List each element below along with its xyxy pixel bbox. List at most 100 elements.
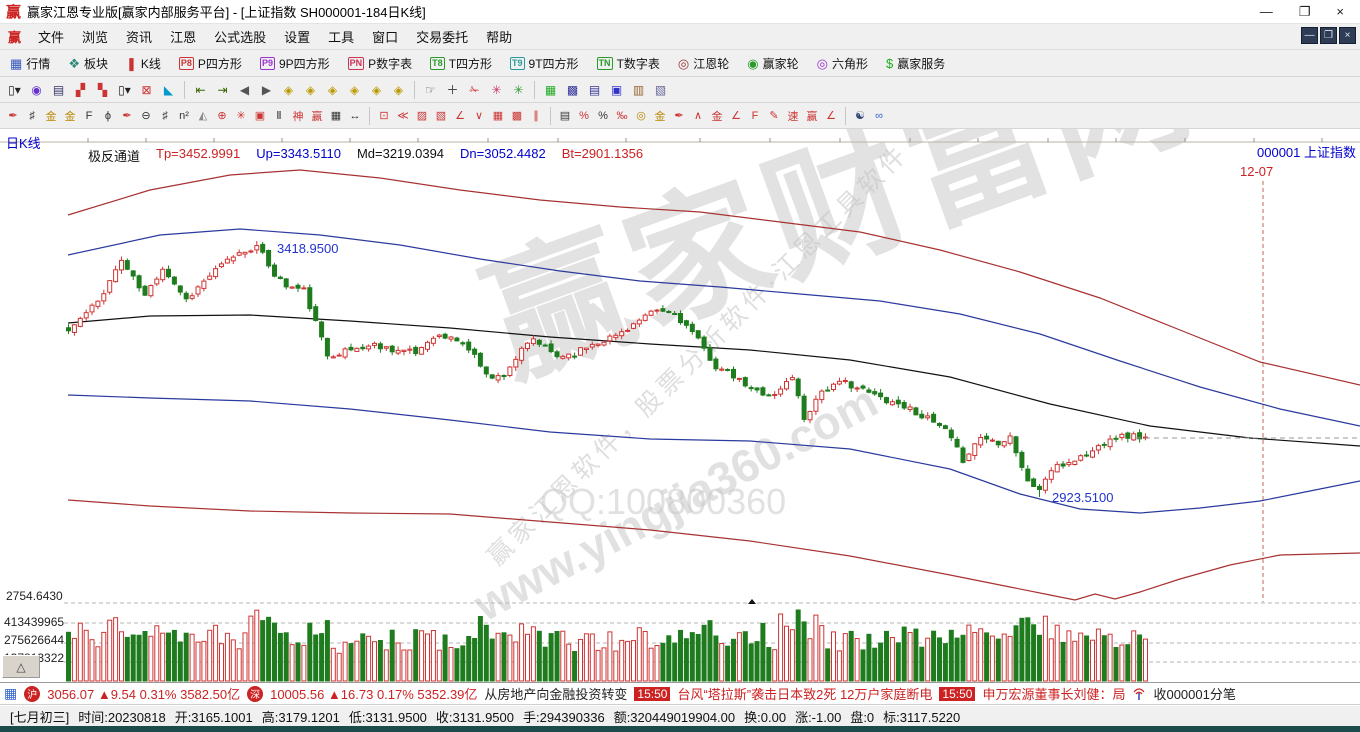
mdi-minimize-button[interactable]: —	[1301, 27, 1318, 44]
mind-tool-green[interactable]: ✳	[508, 80, 529, 100]
next-button[interactable]: ▶	[256, 80, 277, 100]
box-tool[interactable]: ⊡	[375, 106, 393, 126]
shen-tool[interactable]: 神	[289, 106, 307, 126]
j-angle-tool[interactable]: ∠	[727, 106, 745, 126]
calculator-button[interactable]: ▩	[562, 80, 583, 100]
f-angle-tool[interactable]: F	[746, 106, 764, 126]
grid-tool[interactable]: ♯	[23, 106, 41, 126]
menu-item-settings[interactable]: 设置	[275, 24, 319, 49]
hand-tool[interactable]: ☞	[420, 80, 441, 100]
notes-button[interactable]: ▤	[584, 80, 605, 100]
grid-box-tool[interactable]: ▦	[489, 106, 507, 126]
kline-chart-area[interactable]: 赢家财富网 赢家江恩软件，股票分析软件·江恩工具软件 www.yingjia36…	[0, 129, 1360, 683]
percent2-tool[interactable]: %	[594, 106, 612, 126]
mind-tool-red[interactable]: ✳	[486, 80, 507, 100]
pattern-tool[interactable]: ◉	[26, 80, 47, 100]
measure-tool[interactable]: ↔	[346, 106, 364, 126]
square-number-tool[interactable]: n²	[175, 106, 193, 126]
square-grid-tool[interactable]: ▣	[251, 106, 269, 126]
fibonacci-tool[interactable]: F	[80, 106, 98, 126]
permille-tool[interactable]: ‰	[613, 106, 631, 126]
menu-item-browse[interactable]: 浏览	[73, 24, 117, 49]
winner-service-button[interactable]: $ 赢家服务	[880, 52, 951, 75]
draw-pen-tool[interactable]: ✒	[4, 106, 22, 126]
ink-tool[interactable]: ✒	[670, 106, 688, 126]
p-square-button[interactable]: P8 P四方形	[173, 52, 248, 75]
printer-button[interactable]: ▥	[628, 80, 649, 100]
news-item[interactable]: 台风“塔拉斯”袭击日本致2死 12万户家庭断电	[677, 684, 932, 703]
parallel-lines-tool[interactable]: ∥	[527, 106, 545, 126]
gold-ratio-tool[interactable]: 金	[42, 106, 60, 126]
close-button[interactable]: ×	[1336, 4, 1344, 20]
w-angle-tool[interactable]: ∠	[822, 106, 840, 126]
gann-arrow-all[interactable]: ◈	[388, 80, 409, 100]
gann-arrow-right[interactable]: ◈	[300, 80, 321, 100]
pattern-x-tool[interactable]: ⊠	[136, 80, 157, 100]
gann-arrow-h[interactable]: ◈	[322, 80, 343, 100]
gold-section-tool[interactable]: 金	[61, 106, 79, 126]
menu-item-file[interactable]: 文件	[29, 24, 73, 49]
pencil-angle-tool[interactable]: ✎	[765, 106, 783, 126]
prism-tool[interactable]: ◭	[194, 106, 212, 126]
mark-pen-tool[interactable]: ✒	[118, 106, 136, 126]
news-item[interactable]: 申万宏源董事长刘健：局	[982, 684, 1125, 703]
kline-canvas[interactable]	[0, 129, 1360, 683]
prev-button[interactable]: ◀	[234, 80, 255, 100]
spiral-tool[interactable]: ϕ	[99, 106, 117, 126]
diagonal-box-tool[interactable]: ▧	[432, 106, 450, 126]
cut-tool[interactable]: ✁	[464, 80, 485, 100]
gann-wheel-button[interactable]: ◎ 江恩轮	[672, 52, 735, 75]
win-tool[interactable]: 赢	[308, 106, 326, 126]
gann-arrow-x[interactable]: ◈	[344, 80, 365, 100]
check-line-tool[interactable]: ∨	[470, 106, 488, 126]
menu-item-tools[interactable]: 工具	[319, 24, 363, 49]
p-number-table-button[interactable]: PN P数字表	[342, 52, 419, 75]
trend-chart-tool[interactable]: ◣	[158, 80, 179, 100]
dense-grid-tool[interactable]: ▩	[508, 106, 526, 126]
apex-tool[interactable]: ∧	[689, 106, 707, 126]
parallel-tool[interactable]: Ⅱ	[270, 106, 288, 126]
lattice-tool[interactable]: ♯	[156, 106, 174, 126]
quotes-button[interactable]: ▦ 行情	[4, 52, 56, 75]
menu-item-help[interactable]: 帮助	[477, 24, 521, 49]
export-button[interactable]: ▧	[650, 80, 671, 100]
9t-square-button[interactable]: T9 9T四方形	[504, 52, 585, 75]
sectors-button[interactable]: ❖ 板块	[62, 52, 114, 75]
speed-line-tool[interactable]: 速	[784, 106, 802, 126]
gann-arrow-v[interactable]: ◈	[366, 80, 387, 100]
fan-lines-tool[interactable]: ≪	[394, 106, 412, 126]
calendar-button[interactable]: ▦	[540, 80, 561, 100]
t-square-button[interactable]: T8 T四方形	[424, 52, 498, 75]
winner-wheel-button[interactable]: ◉ 赢家轮	[741, 52, 804, 75]
kline-button[interactable]: ❚ K线	[120, 52, 167, 75]
maximize-button[interactable]: ❐	[1299, 4, 1311, 20]
menu-item-formula-stock-pick[interactable]: 公式选股	[205, 24, 275, 49]
circle-line-tool[interactable]: ⊖	[137, 106, 155, 126]
menu-item-gann[interactable]: 江恩	[161, 24, 205, 49]
minimize-button[interactable]: —	[1260, 4, 1273, 20]
news-item[interactable]: 从房地产向金融投资转变	[484, 684, 627, 703]
mdi-close-button[interactable]: ×	[1339, 27, 1356, 44]
bars-9-tool[interactable]: ▚	[92, 80, 113, 100]
win-box-tool[interactable]: 赢	[803, 106, 821, 126]
quote-grid-icon[interactable]: ▦	[4, 685, 17, 702]
first-page-button[interactable]: ⇤	[190, 80, 211, 100]
save-button[interactable]: ▣	[606, 80, 627, 100]
taiji-tool[interactable]: ☯	[851, 106, 869, 126]
ruler-grid-tool[interactable]: ▦	[327, 106, 345, 126]
menu-item-trade-order[interactable]: 交易委托	[407, 24, 477, 49]
infinity-tool[interactable]: ∞	[870, 106, 888, 126]
menu-item-news[interactable]: 资讯	[117, 24, 161, 49]
angle-line-tool[interactable]: ∠	[451, 106, 469, 126]
percent-tool[interactable]: %	[575, 106, 593, 126]
info-panel[interactable]: ▤	[48, 80, 69, 100]
menu-item-window[interactable]: 窗口	[363, 24, 407, 49]
shaded-box-tool[interactable]: ▨	[413, 106, 431, 126]
gold-circle-tool[interactable]: ◎	[632, 106, 650, 126]
list-tool[interactable]: ▤	[556, 106, 574, 126]
mdi-restore-button[interactable]: ❐	[1320, 27, 1337, 44]
candle-dropdown[interactable]: ▯▾	[114, 80, 135, 100]
gold-angle-tool[interactable]: 金	[708, 106, 726, 126]
t-number-table-button[interactable]: TN T数字表	[591, 52, 666, 75]
gold-line-tool[interactable]: 金	[651, 106, 669, 126]
